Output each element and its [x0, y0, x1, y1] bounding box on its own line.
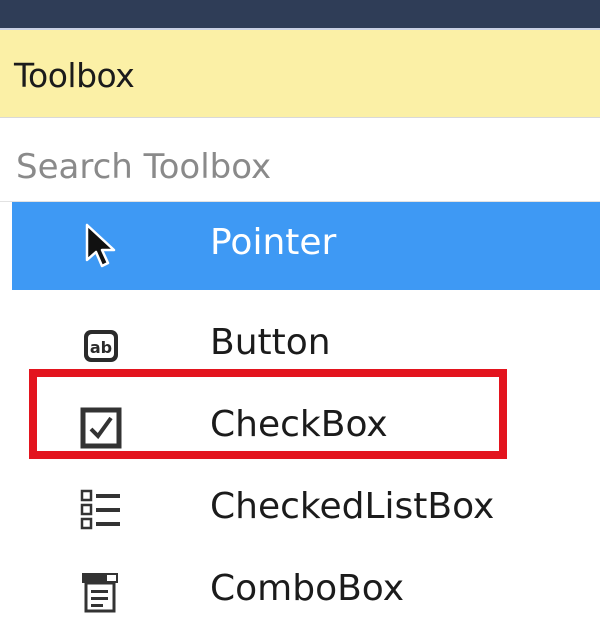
toolbox-item-combobox[interactable]: ComboBox [12, 548, 600, 636]
toolbox-item-label: ComboBox [210, 568, 405, 609]
toolbox-item-checkedlistbox[interactable]: CheckedListBox [12, 466, 600, 554]
toolbox-item-pointer[interactable]: Pointer [12, 202, 600, 290]
top-strip [0, 0, 600, 28]
toolbox-item-button[interactable]: ab Button [12, 302, 600, 390]
svg-text:ab: ab [90, 338, 112, 357]
toolbox-title: Toolbox [14, 56, 135, 95]
toolbox-item-label: Pointer [210, 222, 337, 263]
checked-list-box-icon [80, 489, 120, 530]
toolbox-header: Toolbox [0, 28, 600, 118]
toolbox-item-label: CheckedListBox [210, 486, 495, 527]
combo-box-icon [82, 573, 118, 613]
toolbox-item-checkbox[interactable]: CheckBox [12, 384, 600, 472]
checkbox-icon [80, 407, 122, 449]
button-ab-icon: ab [84, 330, 118, 362]
pointer-arrow-icon [85, 223, 116, 268]
toolbox-item-label: Button [210, 322, 331, 363]
search-toolbox-input[interactable] [0, 118, 600, 202]
toolbox-item-label: CheckBox [210, 404, 388, 445]
